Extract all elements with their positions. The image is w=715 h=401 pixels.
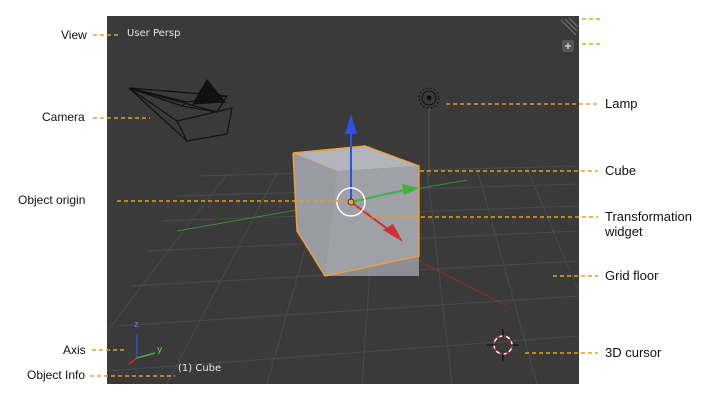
3d-cursor[interactable] — [487, 329, 519, 361]
callout-axis: Axis — [63, 343, 86, 357]
callout-object-origin: Object origin — [18, 193, 86, 207]
callout-grid-floor: Grid floor — [605, 268, 659, 283]
callout-view: View — [61, 28, 87, 42]
callout-object-info: Object Info — [27, 368, 86, 382]
object-info-text: (1) Cube — [178, 363, 222, 374]
callout-3d-cursor: 3D cursor — [605, 345, 662, 360]
3d-viewport[interactable]: User Persp (1) Cube z y — [107, 16, 579, 384]
axis-gizmo — [128, 334, 156, 365]
object-origin-dot — [347, 198, 355, 206]
cube-object[interactable] — [292, 145, 420, 277]
view-name: User Persp — [127, 28, 181, 39]
axis-y-label: y — [157, 345, 163, 355]
callout-camera: Camera — [42, 110, 85, 124]
callout-transformation-widget: Transformation widget — [605, 209, 692, 239]
viewport-scene — [107, 17, 579, 384]
lamp-object[interactable] — [418, 87, 440, 176]
split-area-corner-icon[interactable] — [560, 17, 579, 36]
callout-lamp: Lamp — [605, 96, 638, 111]
callout-cube: Cube — [605, 163, 637, 178]
camera-object[interactable] — [128, 78, 233, 142]
axis-z-label: z — [134, 320, 139, 330]
properties-toggle-icon[interactable] — [562, 40, 574, 52]
